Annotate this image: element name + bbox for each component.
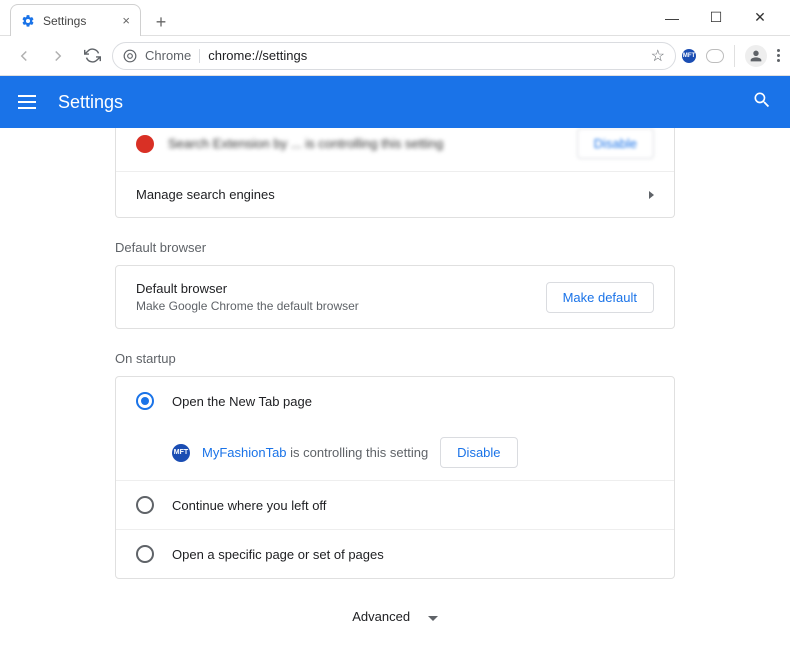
gear-icon — [21, 14, 35, 28]
search-engine-card: Search Extension by ... is controlling t… — [115, 128, 675, 218]
disable-extension-search-button[interactable]: Disable — [577, 128, 654, 159]
startup-card: Open the New Tab page MFT MyFashionTab i… — [115, 376, 675, 579]
reload-button[interactable] — [78, 42, 106, 70]
chrome-scheme-icon — [123, 49, 137, 63]
startup-controlled-notice: MFT MyFashionTab is controlling this set… — [116, 425, 674, 480]
chevron-down-icon — [428, 616, 438, 621]
search-extension-control-row: Search Extension by ... is controlling t… — [116, 128, 674, 171]
default-browser-subtitle: Make Google Chrome the default browser — [136, 299, 359, 313]
extension-icon-myfashiontab[interactable]: MFT — [682, 49, 696, 63]
radio-icon-unchecked — [136, 545, 154, 563]
window-close-button[interactable]: ✕ — [738, 4, 782, 32]
extension-badge-icon: MFT — [172, 444, 190, 462]
omnibox-scheme-label: Chrome — [145, 48, 191, 63]
tab-title: Settings — [43, 14, 86, 28]
startup-option-label: Continue where you left off — [172, 498, 326, 513]
page-title: Settings — [58, 92, 752, 113]
chevron-right-icon — [649, 191, 654, 199]
address-bar[interactable]: Chrome chrome://settings ☆ — [112, 42, 676, 70]
advanced-label: Advanced — [352, 609, 410, 624]
profile-button[interactable] — [745, 45, 767, 67]
tab-close-icon[interactable]: × — [122, 13, 130, 28]
startup-option-continue[interactable]: Continue where you left off — [116, 480, 674, 529]
startup-option-new-tab[interactable]: Open the New Tab page — [116, 377, 674, 425]
extension-icon-generic[interactable] — [706, 49, 724, 63]
forward-button[interactable] — [44, 42, 72, 70]
window-minimize-button[interactable]: — — [650, 4, 694, 32]
radio-icon-checked — [136, 392, 154, 410]
startup-option-specific-pages[interactable]: Open a specific page or set of pages — [116, 529, 674, 578]
radio-icon-unchecked — [136, 496, 154, 514]
toolbar-divider — [734, 45, 735, 67]
kebab-menu-button[interactable] — [777, 49, 780, 62]
back-button[interactable] — [10, 42, 38, 70]
browser-toolbar: Chrome chrome://settings ☆ MFT — [0, 36, 790, 76]
disable-extension-startup-button[interactable]: Disable — [440, 437, 517, 468]
manage-search-engines-row[interactable]: Manage search engines — [116, 171, 674, 217]
omnibox-divider — [199, 49, 200, 63]
controlling-extension-suffix: is controlling this setting — [287, 445, 429, 460]
window-maximize-button[interactable]: ☐ — [694, 4, 738, 32]
search-extension-control-text: Search Extension by ... is controlling t… — [168, 136, 443, 151]
omnibox-url: chrome://settings — [208, 48, 307, 63]
controlling-extension-link[interactable]: MyFashionTab — [202, 445, 287, 460]
default-browser-section-label: Default browser — [115, 240, 675, 255]
settings-content: Search Extension by ... is controlling t… — [0, 128, 790, 669]
browser-tab[interactable]: Settings × — [10, 4, 141, 36]
extension-warning-icon — [136, 135, 154, 153]
hamburger-menu-button[interactable] — [18, 95, 36, 109]
bookmark-star-icon[interactable]: ☆ — [651, 46, 665, 66]
manage-search-engines-label: Manage search engines — [136, 187, 275, 202]
startup-section-label: On startup — [115, 351, 675, 366]
default-browser-title: Default browser — [136, 281, 359, 296]
settings-header: Settings — [0, 76, 790, 128]
new-tab-button[interactable]: + — [147, 8, 175, 36]
default-browser-card: Default browser Make Google Chrome the d… — [115, 265, 675, 329]
search-button[interactable] — [752, 90, 772, 115]
startup-option-label: Open a specific page or set of pages — [172, 547, 384, 562]
startup-option-label: Open the New Tab page — [172, 394, 312, 409]
advanced-toggle[interactable]: Advanced — [0, 609, 790, 624]
make-default-button[interactable]: Make default — [546, 282, 654, 313]
